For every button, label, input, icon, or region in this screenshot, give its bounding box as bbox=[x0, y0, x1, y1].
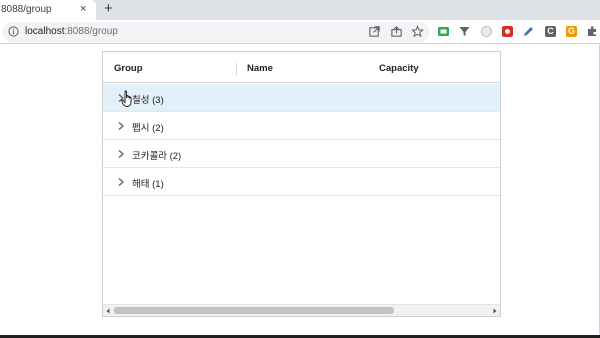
browser-tab[interactable]: 8088/group × bbox=[0, 0, 96, 20]
puzzle-extensions-icon[interactable] bbox=[587, 26, 598, 37]
horizontal-scrollbar[interactable] bbox=[103, 304, 500, 316]
chevron-right-icon[interactable] bbox=[117, 121, 125, 131]
column-separator[interactable] bbox=[236, 63, 237, 75]
url-text[interactable]: localhost:8088/group bbox=[25, 26, 118, 37]
new-tab-button[interactable]: + bbox=[104, 1, 113, 17]
group-row[interactable]: 칠성 (3) bbox=[103, 84, 500, 112]
url-path: :8088/group bbox=[64, 26, 118, 37]
chevron-right-icon[interactable] bbox=[117, 93, 125, 103]
group-row-label: 코카콜라 (2) bbox=[132, 151, 182, 162]
browser-toolbar: localhost:8088/group C G bbox=[0, 20, 600, 44]
orange-extension-label: G bbox=[567, 26, 575, 36]
chevron-right-icon[interactable] bbox=[117, 177, 125, 187]
grid-header: Group Name Capacity bbox=[103, 52, 500, 83]
group-row[interactable]: 해태 (1) bbox=[103, 168, 500, 196]
chevron-right-icon[interactable] bbox=[117, 149, 125, 159]
info-icon[interactable] bbox=[8, 26, 19, 37]
scroll-left-arrow-icon[interactable] bbox=[105, 308, 111, 314]
group-tree-grid[interactable]: Group Name Capacity 칠성 (3) 펩시 (2) 코카콜라 (… bbox=[102, 51, 501, 317]
column-header-capacity[interactable]: Capacity bbox=[379, 63, 419, 74]
tab-close-button[interactable]: × bbox=[80, 3, 86, 15]
group-row-label: 칠성 (3) bbox=[132, 95, 164, 106]
group-row[interactable]: 코카콜라 (2) bbox=[103, 140, 500, 168]
c-extension-label: C bbox=[547, 26, 554, 36]
white-extension-icon[interactable] bbox=[481, 26, 492, 37]
group-row-label: 해태 (1) bbox=[132, 179, 164, 190]
scrollbar-thumb[interactable] bbox=[114, 307, 394, 314]
group-row-label: 펩시 (2) bbox=[132, 123, 164, 134]
group-row[interactable]: 펩시 (2) bbox=[103, 112, 500, 140]
address-bar[interactable]: localhost:8088/group bbox=[2, 22, 430, 42]
scroll-right-arrow-icon[interactable] bbox=[492, 308, 498, 314]
filter-extension-icon[interactable] bbox=[459, 26, 470, 37]
pen-extension-icon[interactable] bbox=[523, 26, 534, 37]
bookmark-star-icon[interactable] bbox=[411, 25, 424, 38]
tab-strip: 8088/group × + bbox=[0, 0, 600, 20]
column-header-name[interactable]: Name bbox=[247, 63, 273, 74]
green-extension-icon[interactable] bbox=[438, 26, 449, 37]
url-host: localhost bbox=[25, 26, 65, 37]
share-icon[interactable] bbox=[390, 25, 403, 38]
column-header-group[interactable]: Group bbox=[114, 63, 143, 74]
red-extension-icon[interactable] bbox=[502, 26, 513, 37]
tab-title: 8088/group bbox=[1, 4, 52, 15]
open-in-app-icon[interactable] bbox=[368, 25, 381, 38]
